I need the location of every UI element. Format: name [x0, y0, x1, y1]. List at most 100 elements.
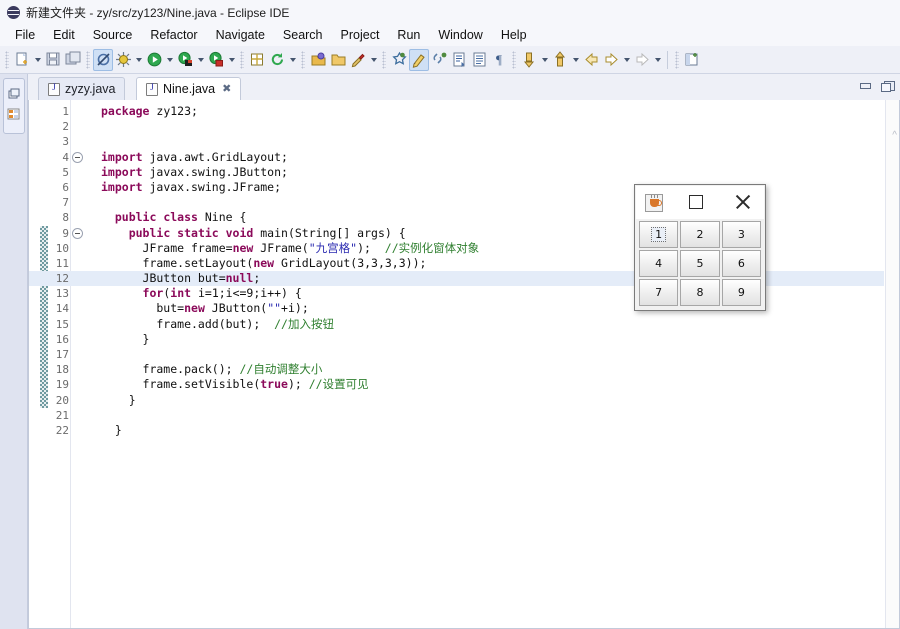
chevron-down-icon[interactable]	[652, 49, 663, 71]
previous-annotation-button[interactable]	[550, 49, 570, 71]
menu-navigate[interactable]: Navigate	[207, 26, 274, 44]
grid-button-label: 1	[651, 227, 667, 242]
code-editor[interactable]: 1 package zy123; 2 3 4 import java.awt.GridLa…	[28, 100, 900, 629]
toggle-mark-occurrences-button[interactable]	[409, 48, 429, 71]
refresh-button[interactable]	[267, 49, 287, 71]
toolbar-grip[interactable]	[5, 50, 9, 69]
menu-project[interactable]: Project	[332, 26, 389, 44]
skip-all-breakpoints-button[interactable]	[93, 48, 113, 71]
new-annotation-button[interactable]	[389, 49, 409, 71]
profile-button[interactable]	[206, 49, 226, 71]
code-line[interactable]: 15 frame.add(but); //加入按钮	[29, 317, 884, 332]
grid-button-9[interactable]: 9	[721, 279, 761, 306]
menu-search[interactable]: Search	[274, 26, 332, 44]
restore-view-icon[interactable]	[6, 86, 22, 102]
toolbar-grip[interactable]	[86, 50, 90, 69]
minimize-icon[interactable]	[859, 79, 872, 92]
grid-button-label: 3	[737, 228, 745, 241]
debug-button[interactable]	[113, 49, 133, 71]
code-line[interactable]: 3	[29, 134, 884, 149]
overview-ruler[interactable]: ^	[885, 100, 899, 628]
menu-file[interactable]: File	[6, 26, 44, 44]
code-line[interactable]: 19 frame.setVisible(true); //设置可见	[29, 377, 884, 392]
code-line[interactable]: 4 import java.awt.GridLayout;	[29, 150, 884, 165]
show-source-button[interactable]	[449, 49, 469, 71]
java-swing-window[interactable]: 1 2 3 4 5 6 7 8 9	[634, 184, 766, 311]
maximize-icon[interactable]	[881, 79, 895, 92]
code-line[interactable]: 5 import javax.swing.JButton;	[29, 165, 884, 180]
chevron-down-icon[interactable]	[195, 49, 206, 71]
show-whitespace-button[interactable]	[469, 49, 489, 71]
toolbar-grip[interactable]	[675, 50, 679, 69]
menu-help[interactable]: Help	[492, 26, 536, 44]
grid-button-3[interactable]: 3	[721, 221, 761, 248]
grid-button-1[interactable]: 1	[639, 221, 679, 248]
grid-button-5[interactable]: 5	[680, 250, 720, 277]
grid-button-6[interactable]: 6	[721, 250, 761, 277]
new-file-button[interactable]	[12, 49, 32, 71]
grid-button-2[interactable]: 2	[680, 221, 720, 248]
source-code[interactable]: 1 package zy123; 2 3 4 import java.awt.GridLa…	[29, 100, 884, 628]
run-coverage-button[interactable]	[175, 49, 195, 71]
forward-button[interactable]	[601, 49, 621, 71]
minimized-view-stack[interactable]	[3, 78, 25, 134]
chevron-down-icon[interactable]	[133, 49, 144, 71]
code-line[interactable]: 22 }	[29, 423, 884, 438]
tab-nine-java[interactable]: Nine.java ✖	[136, 77, 242, 100]
save-all-button[interactable]	[63, 49, 83, 71]
line-number: 20	[55, 393, 69, 407]
chevron-down-icon[interactable]	[164, 49, 175, 71]
chevron-down-icon[interactable]	[368, 49, 379, 71]
toolbar-grip[interactable]	[512, 50, 516, 69]
open-type-button[interactable]	[308, 49, 328, 71]
grid-button-8[interactable]: 8	[680, 279, 720, 306]
menu-refactor[interactable]: Refactor	[141, 26, 206, 44]
back-button[interactable]	[581, 49, 601, 71]
next-annotation-button[interactable]	[519, 49, 539, 71]
code-line[interactable]: 20 }	[29, 393, 884, 408]
code-line[interactable]: 16 }	[29, 332, 884, 347]
toolbar-grip[interactable]	[382, 50, 386, 69]
tab-zyzy-java[interactable]: zyzy.java	[38, 77, 126, 100]
chevron-up-icon[interactable]: ^	[892, 130, 897, 141]
swing-maximize-button[interactable]	[689, 195, 703, 209]
swing-close-button[interactable]	[734, 193, 752, 211]
code-line[interactable]: 21	[29, 408, 884, 423]
fold-collapse-icon[interactable]	[72, 227, 83, 239]
chevron-down-icon[interactable]	[570, 49, 581, 71]
code-line[interactable]: 2	[29, 119, 884, 134]
code-line[interactable]: 18 frame.pack(); //自动调整大小	[29, 362, 884, 377]
open-perspective-button[interactable]	[682, 49, 702, 71]
new-java-package-button[interactable]	[247, 49, 267, 71]
run-button[interactable]	[144, 49, 164, 71]
close-icon[interactable]: ✖	[222, 83, 231, 95]
toolbar-grip[interactable]	[301, 50, 305, 69]
last-edit-location-button[interactable]	[632, 49, 652, 71]
line-number: 14	[55, 302, 69, 316]
chevron-down-icon[interactable]	[287, 49, 298, 71]
menu-window[interactable]: Window	[429, 26, 491, 44]
package-explorer-icon[interactable]	[6, 106, 22, 122]
code-line[interactable]: 1 package zy123;	[29, 104, 884, 119]
menu-run[interactable]: Run	[388, 26, 429, 44]
save-button[interactable]	[43, 49, 63, 71]
grid-button-4[interactable]: 4	[639, 250, 679, 277]
java-cup-icon[interactable]	[645, 193, 663, 212]
pilcrow-button[interactable]: ¶	[489, 49, 509, 71]
show-source-icon	[451, 51, 468, 68]
chevron-down-icon[interactable]	[32, 49, 43, 71]
chevron-down-icon[interactable]	[226, 49, 237, 71]
menu-edit[interactable]: Edit	[44, 26, 84, 44]
code-text: JFrame frame=new JFrame("九宫格"); //实例化窗体对…	[101, 240, 480, 255]
code-line[interactable]: 17	[29, 347, 884, 362]
link-editor-button[interactable]	[429, 49, 449, 71]
chevron-down-icon[interactable]	[621, 49, 632, 71]
open-resource-button[interactable]	[328, 49, 348, 71]
toolbar-grip[interactable]	[240, 50, 244, 69]
fold-collapse-icon[interactable]	[72, 151, 83, 163]
tab-label: Nine.java	[163, 82, 216, 96]
chevron-down-icon[interactable]	[539, 49, 550, 71]
menu-source[interactable]: Source	[84, 26, 142, 44]
search-button[interactable]	[348, 49, 368, 71]
grid-button-7[interactable]: 7	[639, 279, 679, 306]
